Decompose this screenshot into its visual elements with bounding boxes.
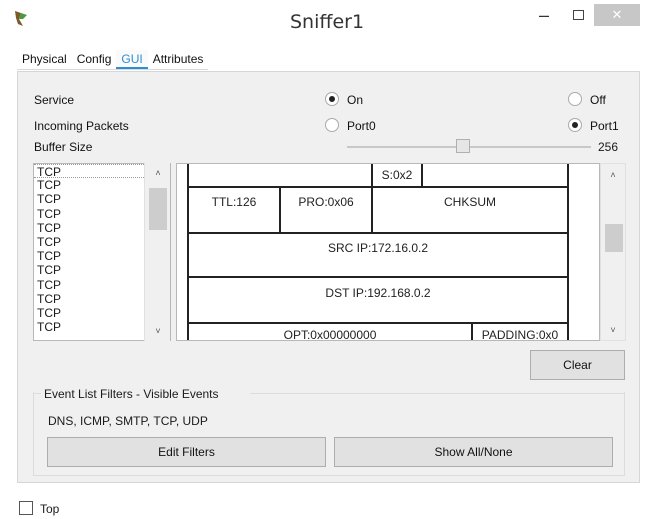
buffer-size-value: 256	[598, 140, 619, 154]
port0-label: Port0	[347, 119, 376, 133]
scrollbar-thumb[interactable]	[149, 188, 167, 230]
packet-field-dst-ip: DST IP:192.168.0.2	[187, 276, 569, 324]
packet-field-blank	[187, 164, 373, 188]
packet-field-src-ip: SRC IP:172.16.0.2	[187, 232, 569, 278]
show-all-none-button[interactable]: Show All/None	[334, 437, 613, 467]
visible-events-text: DNS, ICMP, SMTP, TCP, UDP	[48, 414, 208, 428]
packet-field-protocol: PRO:0x06	[279, 186, 373, 234]
maximize-button[interactable]	[567, 0, 589, 30]
service-label: Service	[34, 93, 75, 107]
packet-field-checksum: CHKSUM	[371, 186, 569, 234]
packet-field-options: OPT:0x00000000	[187, 322, 473, 340]
chevron-down-icon[interactable]: ˅	[601, 320, 625, 340]
scrollbar-thumb[interactable]	[605, 224, 623, 252]
close-button[interactable]: ✕	[594, 4, 640, 26]
packet-view-scrollbar[interactable]: ˄ ˅	[600, 163, 626, 341]
top-label: Top	[40, 502, 60, 516]
port1-radio[interactable]	[568, 118, 582, 132]
clear-button[interactable]: Clear	[530, 350, 625, 380]
event-list-scrollbar[interactable]: ˄ ˅	[144, 163, 170, 341]
port0-radio[interactable]	[325, 118, 339, 132]
maximize-icon	[572, 10, 584, 20]
tab-config[interactable]: Config	[72, 50, 117, 69]
filters-group-title: Event List Filters - Visible Events	[41, 387, 222, 401]
service-on-radio[interactable]	[325, 92, 339, 106]
port1-label: Port1	[590, 119, 619, 133]
service-on-label: On	[347, 93, 364, 107]
packet-field-padding: PADDING:0x0	[471, 322, 569, 340]
packet-field-blank	[421, 164, 569, 188]
group-border	[250, 393, 625, 394]
packet-field-flags: S:0x2	[371, 164, 423, 188]
chevron-down-icon[interactable]: ˅	[145, 321, 171, 341]
title-bar: Sniffer1 – ✕	[0, 0, 654, 44]
minimize-button[interactable]: –	[521, 0, 567, 30]
tab-strip: Physical Config GUI Attributes	[17, 50, 209, 70]
chevron-up-icon[interactable]: ˄	[145, 163, 171, 183]
bottom-bar	[0, 488, 654, 519]
incoming-packets-label: Incoming Packets	[34, 119, 129, 133]
edit-filters-button[interactable]: Edit Filters	[47, 437, 326, 467]
chevron-up-icon[interactable]: ˄	[601, 164, 625, 184]
service-off-label: Off	[590, 93, 606, 107]
buffer-size-label: Buffer Size	[34, 140, 93, 154]
top-checkbox[interactable]	[19, 501, 33, 515]
packet-detail-view: S:0x2 TTL:126 PRO:0x06 CHKSUM SRC IP:172…	[176, 163, 600, 341]
service-off-radio[interactable]	[568, 92, 582, 106]
tab-physical[interactable]: Physical	[17, 50, 72, 69]
packet-field-ttl: TTL:126	[187, 186, 281, 234]
slider-handle[interactable]	[456, 139, 470, 153]
tab-attributes[interactable]: Attributes	[148, 50, 209, 69]
group-border	[33, 393, 41, 394]
tab-gui[interactable]: GUI	[116, 50, 148, 69]
